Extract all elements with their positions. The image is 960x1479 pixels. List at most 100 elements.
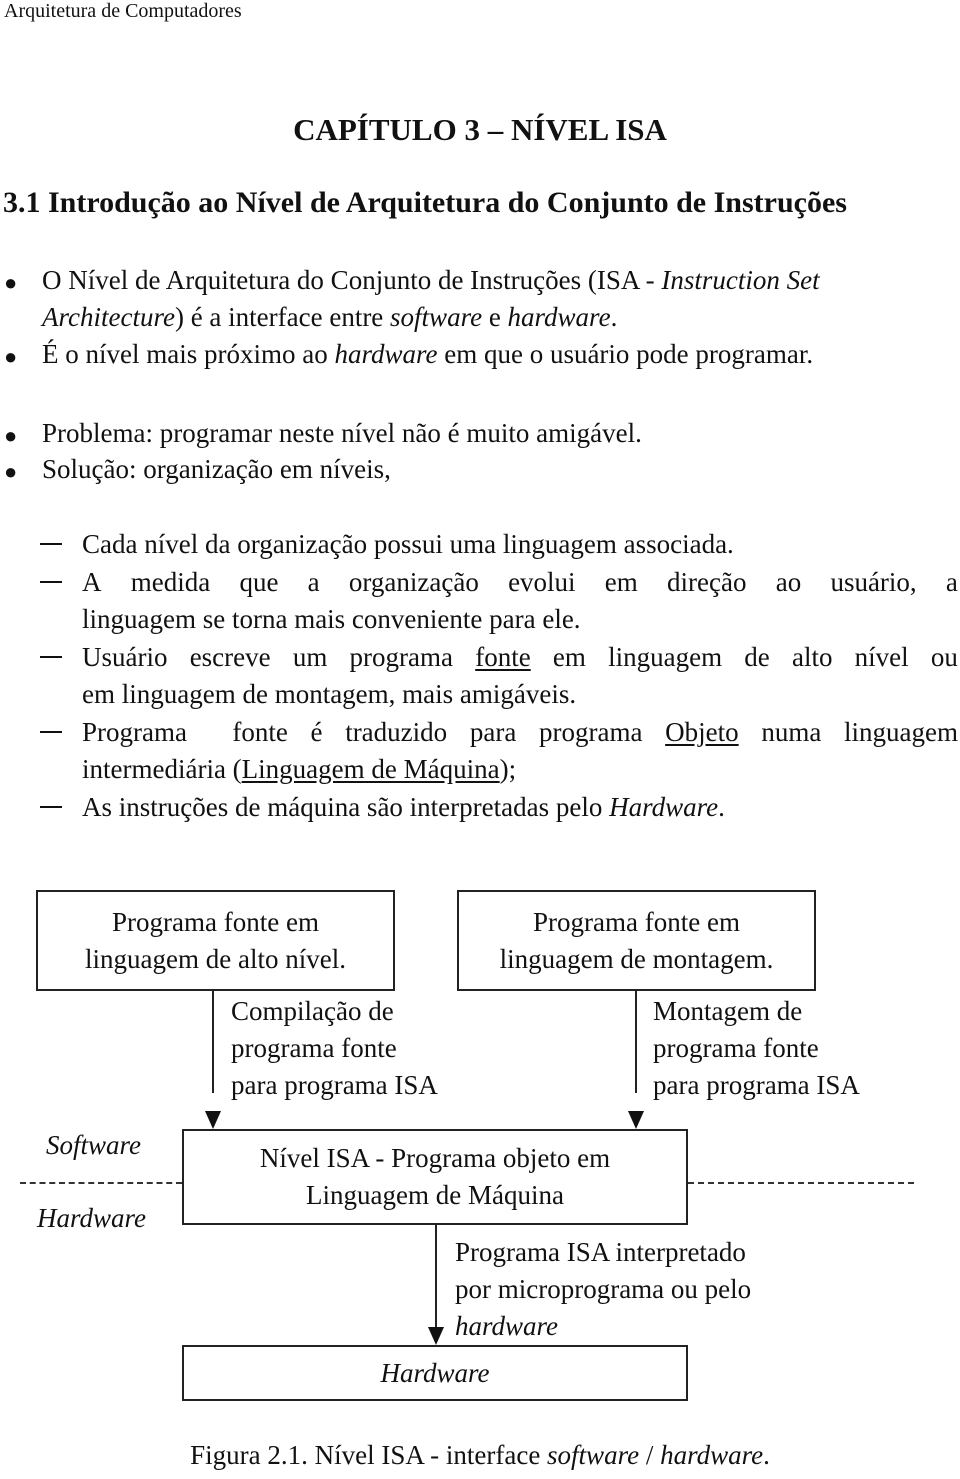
word: ou [930, 642, 958, 672]
box-assembly-source: Programa fonte em linguagem de montagem. [457, 890, 816, 991]
word: ao [775, 567, 802, 597]
word: a [945, 567, 958, 597]
dash-icon [40, 543, 62, 545]
section-title: 3.1 Introdução ao Nível de Arquitetura d… [3, 186, 847, 219]
text: ); [499, 754, 517, 784]
word: de [744, 642, 770, 672]
bullet-closest-to-hardware: É o nível mais próximo ao hardware em qu… [42, 336, 813, 373]
word: direção [667, 567, 747, 597]
text: / [639, 1440, 661, 1470]
text: programa fonte [231, 1033, 397, 1063]
text: Programa fonte é traduzido para programa [82, 717, 666, 747]
justified-line: Usuário escreve um programa fonte em linguagem… [82, 639, 958, 676]
text: Montagem de [653, 996, 803, 1026]
text: Programa fonte em [533, 906, 740, 937]
dash-item-language: Cada nível da organização possui uma lin… [82, 529, 734, 559]
word: escreve [189, 642, 271, 672]
text-italic: hardware [507, 302, 611, 332]
word: em [552, 642, 586, 672]
text-italic: Instruction Set [661, 265, 820, 295]
bullet-icon: ● [4, 459, 18, 484]
word: programa [349, 642, 453, 672]
text-italic: hardware [455, 1311, 559, 1341]
text: As instruções de máquina são interpretad… [82, 792, 610, 822]
word: organização [348, 567, 479, 597]
divider-dashed-right [688, 1182, 914, 1184]
text: Compilação de [231, 996, 394, 1026]
word: evolui [508, 567, 576, 597]
text: O Nível de Arquitetura do Conjunto de In… [42, 265, 662, 295]
arrow-line [435, 1225, 437, 1330]
dash-item-evolution: Amedida que a organização evolui em direção ao u… [82, 564, 958, 638]
word: nível [854, 642, 909, 672]
label-hardware-side: Hardware [37, 1203, 147, 1233]
text-underlined: Objeto [665, 717, 739, 747]
text-italic: hardware [334, 339, 438, 369]
arrow-down-icon [628, 1111, 644, 1129]
text: Programa fonte em [112, 906, 319, 937]
word: Usuário [82, 642, 168, 672]
word: fonte [475, 642, 531, 672]
text: Figura 2.1. Nível ISA - interface [190, 1440, 548, 1470]
bullet-problem: Problema: programar neste nível não é mu… [42, 418, 642, 448]
dash-icon [40, 581, 62, 583]
bullet-icon: ● [4, 270, 18, 295]
word: a [307, 567, 320, 597]
text-italic: hardware [660, 1440, 764, 1470]
text: ) é a interface entre [174, 302, 391, 332]
dash-item-user-writes: Usuário escreve um programa fonte em linguagem… [82, 639, 958, 713]
text: Nível ISA - Programa objeto em [259, 1143, 611, 1173]
label-compilation: Compilação de programa fonte para progra… [231, 993, 438, 1104]
text: . [718, 792, 725, 822]
word: linguagem [608, 642, 723, 672]
label-interpretation: Programa ISA interpretado por microprogr… [455, 1234, 751, 1345]
running-header: Arquitetura de Computadores [4, 0, 242, 22]
box-isa-level: Nível ISA - Programa objeto em Linguagem… [182, 1129, 688, 1225]
text-italic: Hardware [609, 792, 719, 822]
text: em que o usuário pode programar. [437, 339, 814, 369]
text-italic: software [390, 302, 483, 332]
dash-icon [40, 731, 62, 733]
text-italic: Hardware [380, 1357, 490, 1388]
text: por microprograma ou pelo [455, 1274, 752, 1304]
text: programa fonte [653, 1033, 819, 1063]
word: A [82, 567, 102, 597]
text: linguagem se torna mais conveniente para… [82, 604, 581, 634]
label-software: Software [46, 1130, 142, 1160]
justified-line: Amedida que a organização evolui em direção ao u… [82, 564, 958, 601]
dash-icon [40, 806, 62, 808]
label-assembly: Montagem de programa fonte para programa… [653, 993, 860, 1104]
text: . [763, 1440, 770, 1470]
text: para programa ISA [231, 1070, 438, 1100]
text: linguagem de montagem. [499, 943, 774, 974]
text: Linguagem de Máquina [306, 1180, 564, 1210]
dash-item-translation: Programa fonte é traduzido para programa… [82, 714, 958, 788]
bullet-icon: ● [4, 344, 18, 369]
text: linguagem de alto nível. [85, 943, 346, 974]
bullet-isa-definition: O Nível de Arquitetura do Conjunto de In… [42, 262, 960, 336]
text-underlined: Linguagem de Máquina [241, 754, 500, 784]
text: para programa ISA [653, 1070, 860, 1100]
arrow-down-icon [205, 1111, 221, 1129]
text: intermediária ( [82, 754, 242, 784]
text-italic: software [547, 1440, 640, 1470]
bullet-solution: Solução: organização em níveis, [42, 454, 391, 484]
word: em [604, 567, 638, 597]
arrow-line [212, 991, 214, 1093]
text-italic: Architecture [42, 302, 175, 332]
arrow-down-icon [428, 1327, 444, 1345]
text: em linguagem de montagem, mais amigáveis… [82, 679, 577, 709]
arrow-line [635, 991, 637, 1093]
word: usuário, [830, 567, 917, 597]
text: Programa ISA interpretado [455, 1237, 746, 1267]
box-hardware: Hardware [182, 1345, 688, 1401]
word: medida [130, 567, 211, 597]
word: alto [791, 642, 833, 672]
bullet-icon: ● [4, 423, 18, 448]
box-high-level-source: Programa fonte em linguagem de alto níve… [36, 890, 395, 991]
text: e [482, 302, 508, 332]
figure-caption: Figura 2.1. Nível ISA - interface softwa… [0, 1440, 960, 1471]
dash-icon [40, 656, 62, 658]
text: . [610, 302, 618, 332]
word: um [292, 642, 328, 672]
